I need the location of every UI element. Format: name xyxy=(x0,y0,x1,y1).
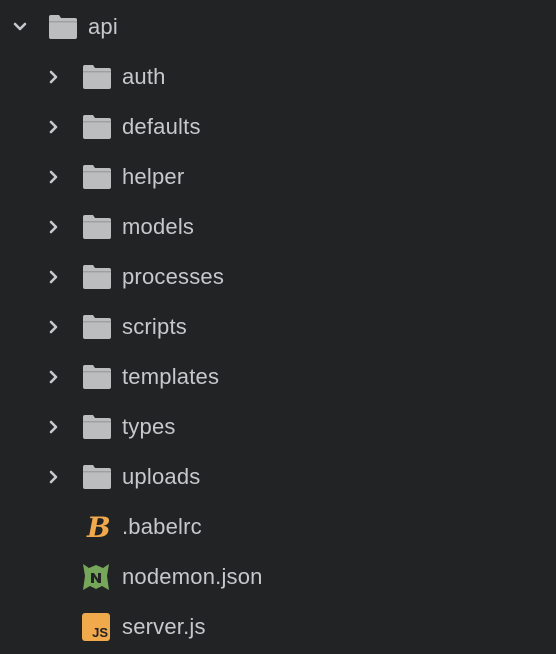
tree-item-label: models xyxy=(122,214,195,239)
folder-icon xyxy=(82,202,112,252)
tree-item-label: server.js xyxy=(122,614,206,639)
tree-item-label: api xyxy=(88,14,118,39)
tree-item-label: defaults xyxy=(122,114,201,139)
chevron-right-icon[interactable] xyxy=(42,452,66,502)
tree-row-types[interactable]: types xyxy=(0,402,556,452)
chevron-right-icon[interactable] xyxy=(42,402,66,452)
tree-item-label: types xyxy=(122,414,176,439)
tree-item-label: scripts xyxy=(122,314,187,339)
folder-icon xyxy=(82,402,112,452)
chevron-right-icon[interactable] xyxy=(42,152,66,202)
javascript-icon: JS xyxy=(82,602,110,652)
tree-row-templates[interactable]: templates xyxy=(0,352,556,402)
chevron-right-icon[interactable] xyxy=(42,102,66,152)
tree-row-processes[interactable]: processes xyxy=(0,252,556,302)
chevron-right-icon[interactable] xyxy=(42,352,66,402)
tree-row-uploads[interactable]: uploads xyxy=(0,452,556,502)
tree-item-label: nodemon.json xyxy=(122,564,263,589)
chevron-right-icon[interactable] xyxy=(42,302,66,352)
svg-text:JS: JS xyxy=(92,625,108,640)
nodemon-icon xyxy=(82,552,110,602)
svg-text:B: B xyxy=(86,511,111,543)
tree-row-server-js[interactable]: JS server.js xyxy=(0,602,556,652)
file-tree: api auth defaults helper models processe… xyxy=(0,0,556,654)
tree-row-nodemon[interactable]: nodemon.json xyxy=(0,552,556,602)
tree-item-label: auth xyxy=(122,64,166,89)
tree-item-label: .babelrc xyxy=(122,514,202,539)
tree-item-label: templates xyxy=(122,364,220,389)
folder-icon xyxy=(82,452,112,502)
tree-row-models[interactable]: models xyxy=(0,202,556,252)
chevron-down-icon[interactable] xyxy=(8,2,32,52)
chevron-right-icon[interactable] xyxy=(42,202,66,252)
tree-row-scripts[interactable]: scripts xyxy=(0,302,556,352)
babel-icon: B xyxy=(84,502,112,552)
folder-icon xyxy=(82,252,112,302)
folder-icon xyxy=(48,2,78,52)
tree-row-babelrc[interactable]: B .babelrc xyxy=(0,502,556,552)
tree-row-helper[interactable]: helper xyxy=(0,152,556,202)
tree-row-api[interactable]: api xyxy=(0,2,556,52)
tree-item-label: uploads xyxy=(122,464,201,489)
chevron-right-icon[interactable] xyxy=(42,252,66,302)
tree-row-defaults[interactable]: defaults xyxy=(0,102,556,152)
folder-icon xyxy=(82,302,112,352)
chevron-right-icon[interactable] xyxy=(42,52,66,102)
tree-row-auth[interactable]: auth xyxy=(0,52,556,102)
folder-icon xyxy=(82,102,112,152)
folder-icon xyxy=(82,152,112,202)
tree-item-label: helper xyxy=(122,164,185,189)
folder-icon xyxy=(82,52,112,102)
folder-icon xyxy=(82,352,112,402)
tree-item-label: processes xyxy=(122,264,225,289)
